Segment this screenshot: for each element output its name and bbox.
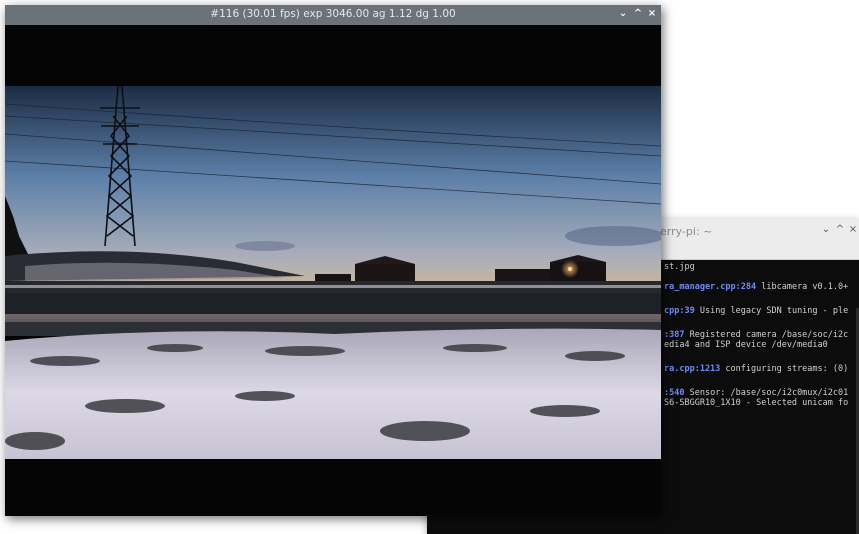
terminal-line: ra.cpp:1213 configuring streams: (0) [664, 364, 849, 374]
terminal-title: erry-pi: ~ [660, 225, 713, 238]
camera-maximize-button[interactable]: ^ [632, 8, 644, 19]
terminal-line: :540 Sensor: /base/soc/i2c0mux/i2c01 [664, 388, 849, 398]
camera-preview-window[interactable]: #116 (30.01 fps) exp 3046.00 ag 1.12 dg … [5, 5, 661, 516]
terminal-minimize-button[interactable]: ⌄ [820, 224, 832, 235]
terminal-maximize-button[interactable]: ^ [834, 224, 846, 235]
camera-preview-image [5, 86, 661, 459]
terminal-line: edia4 and ISP device /dev/media0 [664, 340, 828, 350]
terminal-output[interactable]: st.jpg ra_manager.cpp:284 libcamera v0.1… [660, 260, 859, 534]
camera-close-button[interactable]: × [646, 8, 658, 19]
terminal-line: S6-SBGGR10_1X10 - Selected unicam fo [664, 398, 849, 408]
terminal-line: st.jpg [664, 262, 695, 272]
snowy-field-sunset-scene [5, 86, 661, 459]
camera-titlebar[interactable]: #116 (30.01 fps) exp 3046.00 ag 1.12 dg … [5, 5, 661, 25]
terminal-line: cpp:39 Using legacy SDN tuning - ple [664, 306, 849, 316]
terminal-line: :387 Registered camera /base/soc/i2c [664, 330, 849, 340]
terminal-line: ra_manager.cpp:284 libcamera v0.1.0+ [664, 282, 849, 292]
terminal-close-button[interactable]: × [847, 224, 859, 235]
camera-title: #116 (30.01 fps) exp 3046.00 ag 1.12 dg … [210, 8, 456, 20]
camera-minimize-button[interactable]: ⌄ [617, 8, 629, 19]
